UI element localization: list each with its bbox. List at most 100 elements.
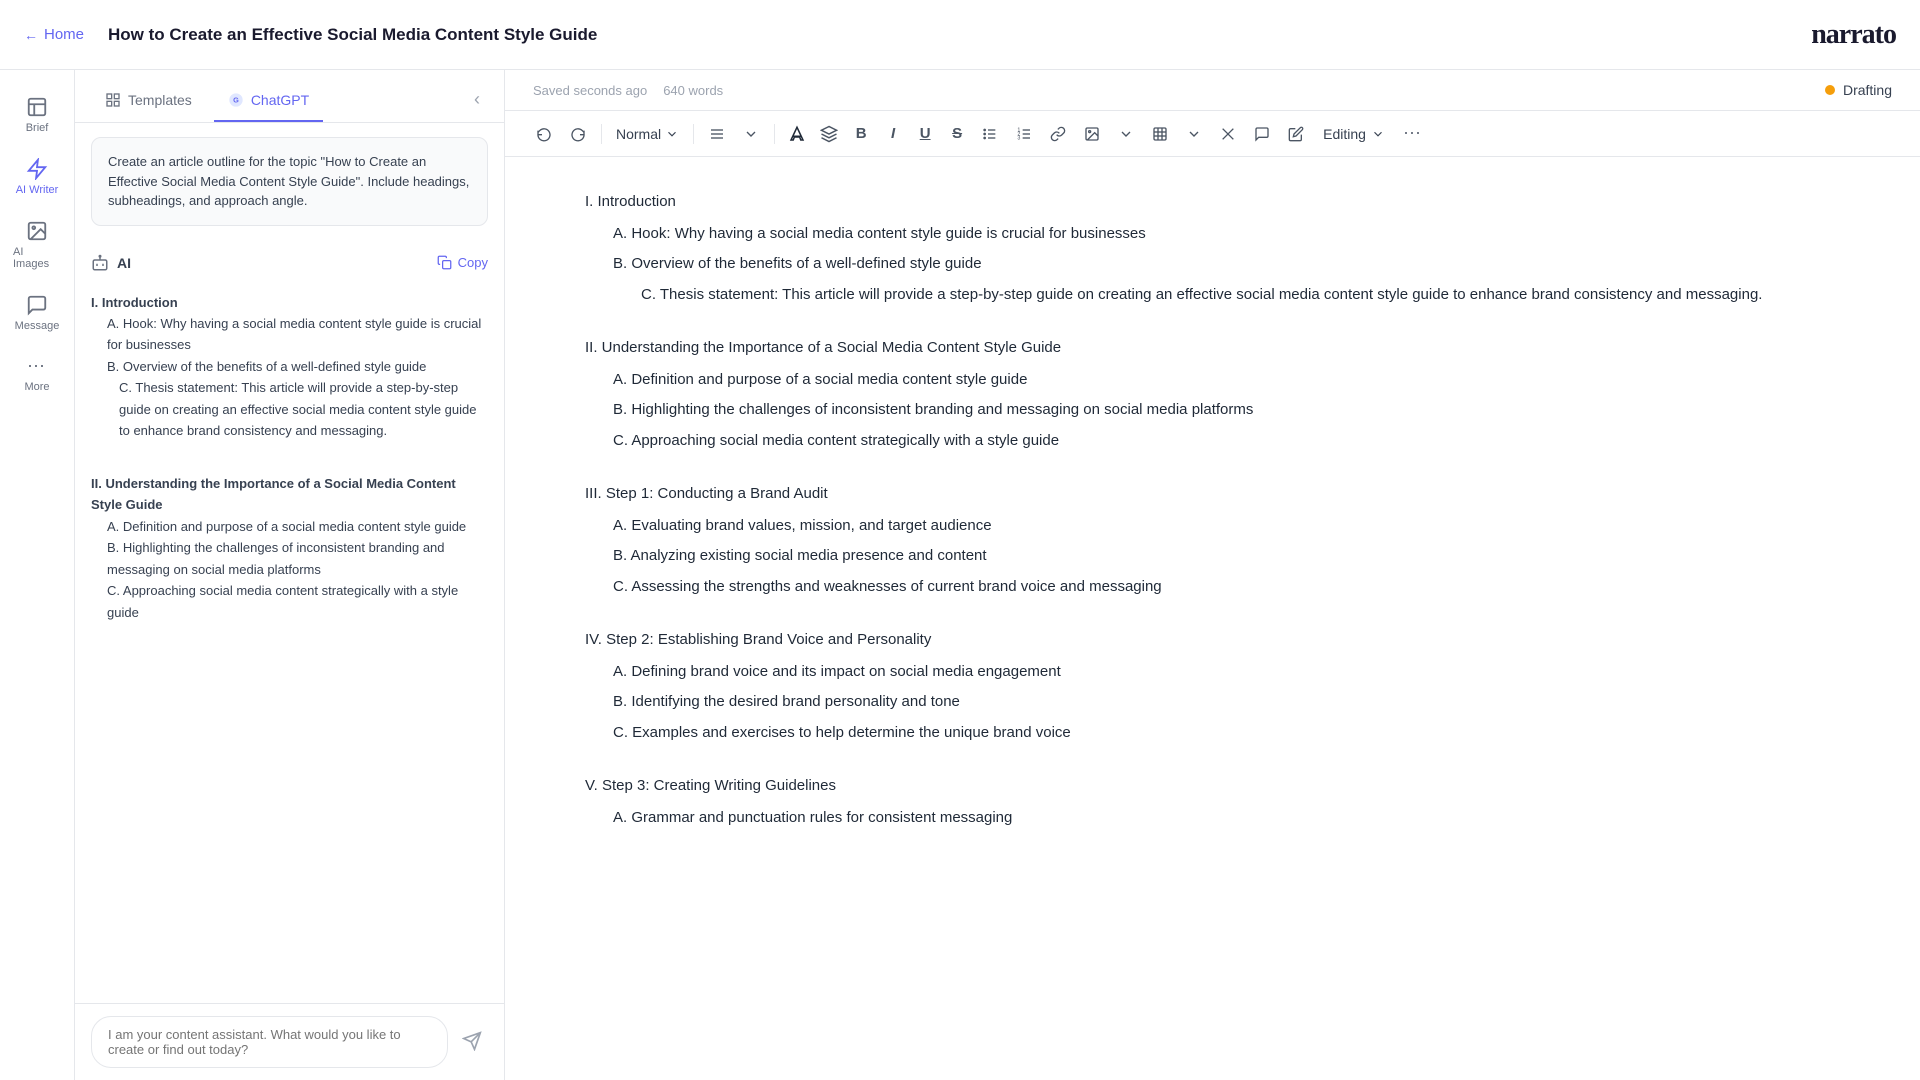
list-item: B. Overview of the benefits of a well-de… bbox=[107, 356, 488, 377]
pencil-button[interactable] bbox=[1281, 121, 1311, 147]
sidebar-item-ai-writer[interactable]: AI Writer bbox=[5, 148, 69, 206]
sidebar-item-more[interactable]: ⋯ More bbox=[5, 346, 69, 403]
comment-button[interactable] bbox=[1247, 121, 1277, 147]
text-color-button[interactable] bbox=[783, 120, 811, 148]
section-introduction: I. Introduction A. Hook: Why having a so… bbox=[585, 189, 1840, 307]
draft-label: Drafting bbox=[1843, 82, 1892, 98]
redo-button[interactable] bbox=[563, 121, 593, 147]
bullet-list-icon bbox=[982, 126, 998, 142]
send-button[interactable] bbox=[456, 1025, 488, 1060]
ai-images-icon bbox=[26, 220, 48, 242]
link-icon bbox=[1050, 126, 1066, 142]
sidebar-item-message[interactable]: Message bbox=[5, 284, 69, 342]
section-brand-audit: III. Step 1: Conducting a Brand Audit A.… bbox=[585, 481, 1840, 599]
align-icon bbox=[709, 126, 725, 142]
highlight-icon bbox=[820, 125, 838, 143]
chevron-down-icon-2 bbox=[1118, 126, 1134, 142]
bullet-list-button[interactable] bbox=[975, 121, 1005, 147]
list-item: B. Overview of the benefits of a well-de… bbox=[613, 251, 1840, 277]
send-icon bbox=[462, 1031, 482, 1051]
section-h1: II. Understanding the Importance of a So… bbox=[585, 335, 1840, 361]
list-item: II. Understanding the Importance of a So… bbox=[91, 473, 488, 516]
top-nav: ← Home How to Create an Effective Social… bbox=[0, 0, 1920, 70]
editor-content[interactable]: I. Introduction A. Hook: Why having a so… bbox=[505, 157, 1920, 1080]
strikethrough-button[interactable]: S bbox=[943, 120, 971, 147]
style-dropdown[interactable]: Normal bbox=[610, 121, 685, 147]
panel-outline: I. Introduction A. Hook: Why having a so… bbox=[91, 292, 488, 624]
chevron-down-icon-4 bbox=[1371, 127, 1385, 141]
brand-logo: narrato bbox=[1811, 19, 1896, 51]
editing-dropdown[interactable]: Editing bbox=[1315, 121, 1393, 147]
section-h1: III. Step 1: Conducting a Brand Audit bbox=[585, 481, 1840, 507]
numbered-list-icon: 123 bbox=[1016, 126, 1032, 142]
table-icon bbox=[1152, 126, 1168, 142]
panel-tabs: Templates G ChatGPT ‹ bbox=[75, 70, 504, 123]
redo-icon bbox=[570, 126, 586, 142]
undo-button[interactable] bbox=[529, 121, 559, 147]
section-understanding: II. Understanding the Importance of a So… bbox=[585, 335, 1840, 453]
align-dropdown-button[interactable] bbox=[736, 121, 766, 147]
doc-title: How to Create an Effective Social Media … bbox=[108, 25, 597, 45]
templates-icon bbox=[105, 92, 121, 108]
editor-area: Saved seconds ago 640 words Drafting Nor… bbox=[505, 70, 1920, 1080]
section-writing-guidelines: V. Step 3: Creating Writing Guidelines A… bbox=[585, 773, 1840, 830]
chevron-down-icon-3 bbox=[1186, 126, 1202, 142]
style-label: Normal bbox=[616, 126, 661, 142]
divider-3 bbox=[774, 124, 775, 144]
prompt-text: Create an article outline for the topic … bbox=[108, 154, 469, 208]
bold-button[interactable]: B bbox=[847, 120, 875, 147]
icon-sidebar: Brief AI Writer AI Images Message ⋯ More bbox=[0, 70, 75, 1080]
section-h1: IV. Step 2: Establishing Brand Voice and… bbox=[585, 627, 1840, 653]
underline-button[interactable]: U bbox=[911, 120, 939, 147]
list-item: B. Identifying the desired brand persona… bbox=[613, 689, 1840, 715]
svg-text:3: 3 bbox=[1017, 135, 1020, 141]
list-item: A. Grammar and punctuation rules for con… bbox=[613, 805, 1840, 831]
clear-format-button[interactable] bbox=[1213, 121, 1243, 147]
sidebar-item-brief[interactable]: Brief bbox=[5, 86, 69, 144]
link-button[interactable] bbox=[1043, 121, 1073, 147]
copy-icon bbox=[437, 255, 452, 270]
numbered-list-button[interactable]: 123 bbox=[1009, 121, 1039, 147]
comment-icon bbox=[1254, 126, 1270, 142]
more-dots-icon: ⋯ bbox=[27, 356, 47, 377]
tab-chatgpt[interactable]: G ChatGPT bbox=[214, 84, 323, 122]
home-link[interactable]: ← Home bbox=[24, 26, 84, 43]
italic-button[interactable]: I bbox=[879, 120, 907, 147]
chevron-left-icon: ← bbox=[24, 27, 38, 43]
list-item: C. Examples and exercises to help determ… bbox=[613, 720, 1840, 746]
collapse-panel-button[interactable]: ‹ bbox=[466, 85, 488, 114]
undo-icon bbox=[536, 126, 552, 142]
pencil-icon bbox=[1288, 126, 1304, 142]
svg-text:G: G bbox=[233, 96, 239, 105]
list-item: C. Thesis statement: This article will p… bbox=[641, 282, 1840, 308]
image-button[interactable] bbox=[1077, 121, 1107, 147]
list-item: C. Approaching social media content stra… bbox=[107, 580, 488, 623]
image-dropdown-button[interactable] bbox=[1111, 121, 1141, 147]
tab-templates[interactable]: Templates bbox=[91, 84, 206, 122]
image-icon bbox=[1084, 126, 1100, 142]
toolbar: Normal B I U S 1 bbox=[505, 111, 1920, 157]
align-button[interactable] bbox=[702, 121, 732, 147]
ai-writer-icon bbox=[26, 158, 48, 180]
chat-input-area bbox=[75, 1003, 504, 1080]
toolbar-more-button[interactable]: ⋯ bbox=[1397, 119, 1427, 148]
editor-header: Saved seconds ago 640 words Drafting bbox=[505, 70, 1920, 111]
table-dropdown-button[interactable] bbox=[1179, 121, 1209, 147]
list-item: I. Introduction bbox=[91, 292, 488, 313]
ai-text-label: AI bbox=[117, 255, 131, 271]
ai-label-container: AI bbox=[91, 254, 131, 272]
chatgpt-icon: G bbox=[228, 92, 244, 108]
word-count: 640 words bbox=[663, 83, 723, 98]
text-color-icon bbox=[788, 125, 806, 143]
copy-button[interactable]: Copy bbox=[437, 255, 488, 270]
sidebar-item-ai-images[interactable]: AI Images bbox=[5, 210, 69, 280]
chevron-down-icon bbox=[665, 127, 679, 141]
tab-templates-label: Templates bbox=[128, 92, 192, 108]
table-button[interactable] bbox=[1145, 121, 1175, 147]
highlight-button[interactable] bbox=[815, 120, 843, 148]
chat-input[interactable] bbox=[91, 1016, 448, 1068]
draft-badge: Drafting bbox=[1825, 82, 1892, 98]
section-brand-voice: IV. Step 2: Establishing Brand Voice and… bbox=[585, 627, 1840, 745]
divider-1 bbox=[601, 124, 602, 144]
ai-header: AI Copy bbox=[91, 240, 488, 282]
